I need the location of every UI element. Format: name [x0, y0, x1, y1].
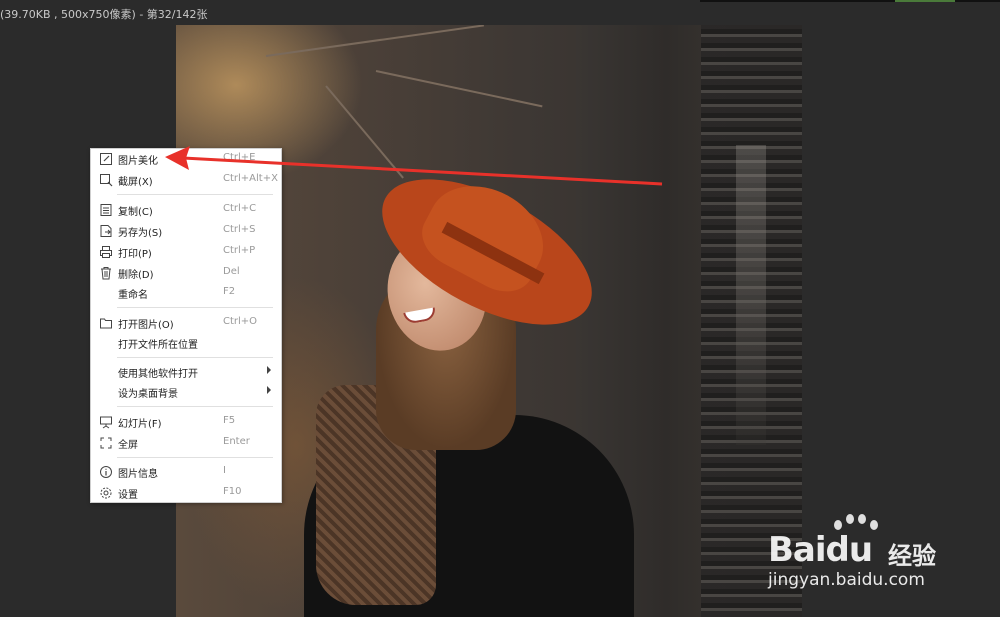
- menu-item-copy[interactable]: 复制(C) Ctrl+C: [91, 200, 281, 220]
- menu-item-label: 打开文件所在位置: [118, 340, 198, 351]
- menu-item-label: 删除(D): [118, 270, 154, 281]
- submenu-arrow-icon: [267, 366, 271, 374]
- menu-item-label: 使用其他软件打开: [118, 369, 198, 380]
- menu-separator: [117, 194, 273, 195]
- menu-separator: [117, 307, 273, 308]
- menu-item-label: 幻灯片(F): [118, 419, 162, 430]
- menu-item-print[interactable]: 打印(P) Ctrl+P: [91, 242, 281, 262]
- menu-item-shortcut: F10: [223, 486, 242, 497]
- screenshot-icon: [100, 174, 113, 187]
- menu-item-shortcut: Ctrl+P: [223, 245, 256, 256]
- menu-item-label: 复制(C): [118, 207, 153, 218]
- info-icon: [100, 466, 112, 478]
- menu-separator: [117, 357, 273, 358]
- edit-icon: [100, 153, 112, 165]
- slideshow-icon: [100, 416, 112, 429]
- menu-item-label: 截屏(X): [118, 177, 153, 188]
- menu-item-label: 打开图片(O): [118, 320, 174, 331]
- menu-separator: [117, 406, 273, 407]
- menu-item-shortcut: F5: [223, 415, 236, 426]
- menu-item-shortcut: Ctrl+S: [223, 224, 256, 235]
- menu-item-beautify[interactable]: 图片美化 Ctrl+E: [91, 149, 281, 169]
- delete-icon: [101, 267, 111, 280]
- menu-item-label: 设置: [118, 490, 138, 501]
- menu-item-label: 图片美化: [118, 156, 158, 167]
- copy-icon: [100, 204, 112, 216]
- window-title: (39.70KB , 500x750像素) - 第32/142张: [0, 8, 208, 21]
- menu-item-shortcut: I: [223, 465, 226, 476]
- menu-item-open-file-location[interactable]: 打开文件所在位置: [91, 333, 281, 353]
- title-bar: (39.70KB , 500x750像素) - 第32/142张: [0, 0, 1000, 26]
- fullscreen-icon: [100, 437, 112, 449]
- top-toolbar-strip: [700, 0, 1000, 2]
- menu-item-fullscreen[interactable]: 全屏 Enter: [91, 433, 281, 453]
- submenu-arrow-icon: [267, 386, 271, 394]
- menu-item-label: 全屏: [118, 440, 138, 451]
- print-icon: [100, 246, 112, 258]
- menu-item-shortcut: Ctrl+C: [223, 203, 257, 214]
- watermark-url: jingyan.baidu.com: [768, 570, 925, 590]
- menu-item-label: 设为桌面背景: [118, 389, 178, 400]
- watermark-brand: Bai: [768, 530, 827, 570]
- context-menu: 图片美化 Ctrl+E 截屏(X) Ctrl+Alt+X 复制(C) Ctrl+…: [90, 148, 282, 503]
- menu-item-label: 另存为(S): [118, 228, 163, 239]
- folder-icon: [100, 318, 112, 329]
- menu-item-rename[interactable]: 重命名 F2: [91, 283, 281, 303]
- menu-item-screenshot[interactable]: 截屏(X) Ctrl+Alt+X: [91, 170, 281, 190]
- menu-item-shortcut: Ctrl+Alt+X: [223, 173, 278, 184]
- menu-item-shortcut: Ctrl+E: [223, 152, 256, 163]
- menu-item-shortcut: Del: [223, 266, 240, 277]
- menu-item-shortcut: F2: [223, 286, 236, 297]
- menu-item-settings[interactable]: 设置 F10: [91, 483, 281, 503]
- menu-item-delete[interactable]: 删除(D) Del: [91, 263, 281, 283]
- menu-item-label: 重命名: [118, 290, 148, 301]
- menu-item-set-wallpaper[interactable]: 设为桌面背景: [91, 382, 281, 402]
- watermark-product: 经验: [888, 542, 936, 570]
- baidu-jingyan-watermark: Baidu 经验 jingyan.baidu.com: [768, 510, 958, 600]
- menu-item-label: 图片信息: [118, 469, 158, 480]
- menu-separator: [117, 457, 273, 458]
- menu-item-shortcut: Ctrl+O: [223, 316, 258, 327]
- gear-icon: [100, 487, 112, 499]
- save-as-icon: [100, 225, 112, 237]
- menu-item-image-info[interactable]: 图片信息 I: [91, 462, 281, 482]
- menu-item-slideshow[interactable]: 幻灯片(F) F5: [91, 412, 281, 432]
- menu-item-open-with[interactable]: 使用其他软件打开: [91, 362, 281, 382]
- menu-item-save-as[interactable]: 另存为(S) Ctrl+S: [91, 221, 281, 241]
- menu-item-label: 打印(P): [118, 249, 152, 260]
- menu-item-shortcut: Enter: [223, 436, 250, 447]
- watermark-brand-suffix: du: [825, 530, 874, 570]
- menu-item-open-image[interactable]: 打开图片(O) Ctrl+O: [91, 313, 281, 333]
